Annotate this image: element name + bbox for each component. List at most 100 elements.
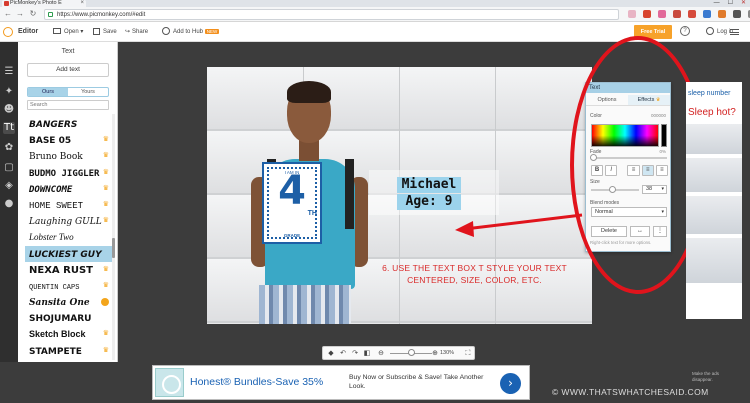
font-name: SHOJUMARU (29, 314, 92, 325)
redo-icon[interactable]: ↷ (350, 347, 360, 359)
compare-icon[interactable]: ◧ (362, 347, 372, 359)
italic-button[interactable]: I (605, 165, 618, 176)
hamburger-menu-icon[interactable] (730, 29, 739, 35)
align-right-icon[interactable]: ≡ (655, 165, 668, 176)
text-tool-icon[interactable]: Tt (3, 122, 15, 134)
browser-tab-bar: PicMonkey's Photo E × — ☐ ✕ (0, 0, 750, 7)
color-spectrum-picker[interactable] (591, 124, 659, 147)
help-icon[interactable]: ? (680, 26, 690, 36)
seasonal-apple-icon[interactable]: ● (3, 198, 15, 210)
add-text-button[interactable]: Add text (27, 63, 109, 77)
tab-ours[interactable]: Ours (28, 88, 68, 96)
photo-canvas[interactable]: I AM IN 4 TH GRADE Michael Age: 9 6. USE… (207, 67, 592, 324)
forward-arrow-icon[interactable]: → (15, 9, 25, 19)
extension-icon[interactable] (703, 10, 711, 18)
zoom-out-icon[interactable]: ⊖ (376, 347, 386, 359)
layers-icon[interactable]: ◆ (326, 347, 336, 359)
hub-icon (162, 27, 170, 36)
font-list-scroll-thumb[interactable] (112, 238, 115, 258)
crown-icon: ♛ (102, 136, 109, 144)
extension-icon[interactable] (673, 10, 681, 18)
zoom-slider-handle[interactable] (408, 349, 415, 356)
extension-icon[interactable] (643, 10, 651, 18)
bottom-ad[interactable]: Honest® Bundles-Save 35% Buy Now or Subs… (152, 365, 530, 400)
extension-icon[interactable] (658, 10, 666, 18)
back-arrow-icon[interactable]: ← (3, 9, 13, 19)
address-bar[interactable]: https://www.picmonkey.com/#edit (44, 9, 619, 20)
free-trial-button[interactable]: Free Trial (634, 25, 672, 39)
canvas-age-text[interactable]: Age: 9 (397, 194, 461, 210)
ad-image (686, 238, 742, 283)
window-close-icon[interactable]: ✕ (741, 0, 746, 7)
fade-slider[interactable] (591, 157, 667, 159)
maximize-icon[interactable]: ☐ (728, 0, 733, 7)
flip-button[interactable]: ↔ (630, 226, 650, 237)
color-hex-value[interactable]: 000000 (651, 113, 666, 118)
align-left-icon[interactable]: ≡ (627, 165, 640, 176)
canvas-name-text[interactable]: Michael (397, 177, 461, 193)
tab-effects[interactable]: Effects ♛ (628, 95, 670, 105)
ad-bottom-headline: Honest® Bundles-Save 35% (190, 376, 324, 388)
browser-tab[interactable]: PicMonkey's Photo E × (2, 0, 86, 7)
align-center-icon[interactable]: ≡ (641, 165, 654, 176)
side-ad[interactable]: sleep number Sleep hot? (686, 82, 742, 319)
more-options-button[interactable]: ⋮ (653, 226, 667, 237)
delete-button[interactable]: Delete (591, 226, 627, 237)
tool-strip: ☰ ✦ ☻ Tt ✿ ▢ ◈ ● (0, 42, 18, 362)
crown-icon: ♛ (102, 200, 109, 208)
frame-icon[interactable]: ▢ (3, 162, 15, 174)
font-list-item[interactable]: BANGERS (25, 116, 113, 132)
crown-icon: ♛ (102, 265, 109, 273)
magic-wand-icon[interactable]: ✦ (3, 86, 15, 98)
ad-choices-text[interactable]: Make the ads disappear. (692, 371, 740, 383)
tab-options[interactable]: Options (586, 95, 628, 105)
extension-icon[interactable] (628, 10, 636, 18)
ad-go-arrow-icon[interactable]: › (500, 373, 521, 394)
zoom-in-icon[interactable]: ⊕ (430, 347, 440, 359)
tab-yours[interactable]: Yours (68, 88, 108, 96)
extension-icon[interactable] (688, 10, 696, 18)
size-slider-handle[interactable] (609, 186, 616, 193)
fade-slider-handle[interactable] (590, 154, 597, 161)
font-list-item[interactable]: NEXA RUST ♛ (25, 262, 113, 278)
fullscreen-icon[interactable]: ⛶ (463, 347, 473, 359)
font-list-item[interactable]: BUDMO JIGGLER ♛ (25, 165, 113, 181)
font-list-item[interactable]: BASE 05 ♛ (25, 132, 113, 148)
ad-brand-text: sleep number (688, 90, 731, 97)
minimize-icon[interactable]: — (714, 0, 720, 7)
font-name: Laughing GULL (29, 217, 102, 228)
font-list-item[interactable]: LUCKIEST GUY (25, 245, 113, 262)
overlay-butterfly-icon[interactable]: ✿ (3, 142, 15, 154)
font-list-item[interactable]: Bruno Book ♛ (25, 148, 113, 164)
texture-icon[interactable]: ◈ (3, 180, 15, 192)
font-list-item[interactable]: DOWNCOME ♛ (25, 181, 113, 197)
font-list-item[interactable]: SHOJUMARU (25, 310, 113, 326)
font-list-item[interactable]: STAMPETE ♛ (25, 343, 113, 359)
share-button[interactable]: ↪ Share (125, 22, 148, 42)
touch-up-face-icon[interactable]: ☻ (3, 104, 15, 116)
font-list-item[interactable]: Sketch Block ♛ (25, 326, 113, 342)
size-caret-icon: ▾ (661, 186, 664, 192)
undo-icon[interactable]: ↶ (338, 347, 348, 359)
save-button[interactable]: Save (93, 22, 117, 42)
adjust-sliders-icon[interactable]: ☰ (3, 66, 15, 78)
font-list-item[interactable]: QUENTIN CAPS ♛ (25, 278, 113, 294)
bold-button[interactable]: B (591, 165, 604, 176)
login-button[interactable]: Log in (692, 22, 733, 42)
font-list-item[interactable]: Sansita One (25, 294, 113, 310)
font-list-scrollbar[interactable] (112, 114, 115, 360)
extension-icon[interactable] (733, 10, 741, 18)
font-list-item[interactable]: Laughing GULL ♛ (25, 213, 113, 229)
font-search-input[interactable] (27, 100, 109, 110)
reload-icon[interactable]: ↻ (28, 9, 38, 19)
extension-icon[interactable] (718, 10, 726, 18)
font-list-item[interactable]: HOME SWEET ♛ (25, 197, 113, 213)
crown-icon: ♛ (102, 330, 109, 338)
current-color-swatch[interactable] (661, 124, 667, 147)
blend-mode-select[interactable]: Normal ▾ (591, 207, 667, 217)
add-to-hub-button[interactable]: Add to Hub NEW (162, 22, 220, 42)
tab-close-icon[interactable]: × (80, 0, 84, 7)
font-list-item[interactable]: Lobster Two (25, 229, 113, 245)
open-menu[interactable]: Open ▾ (53, 22, 83, 42)
size-input[interactable]: 38 ▾ (642, 185, 667, 194)
